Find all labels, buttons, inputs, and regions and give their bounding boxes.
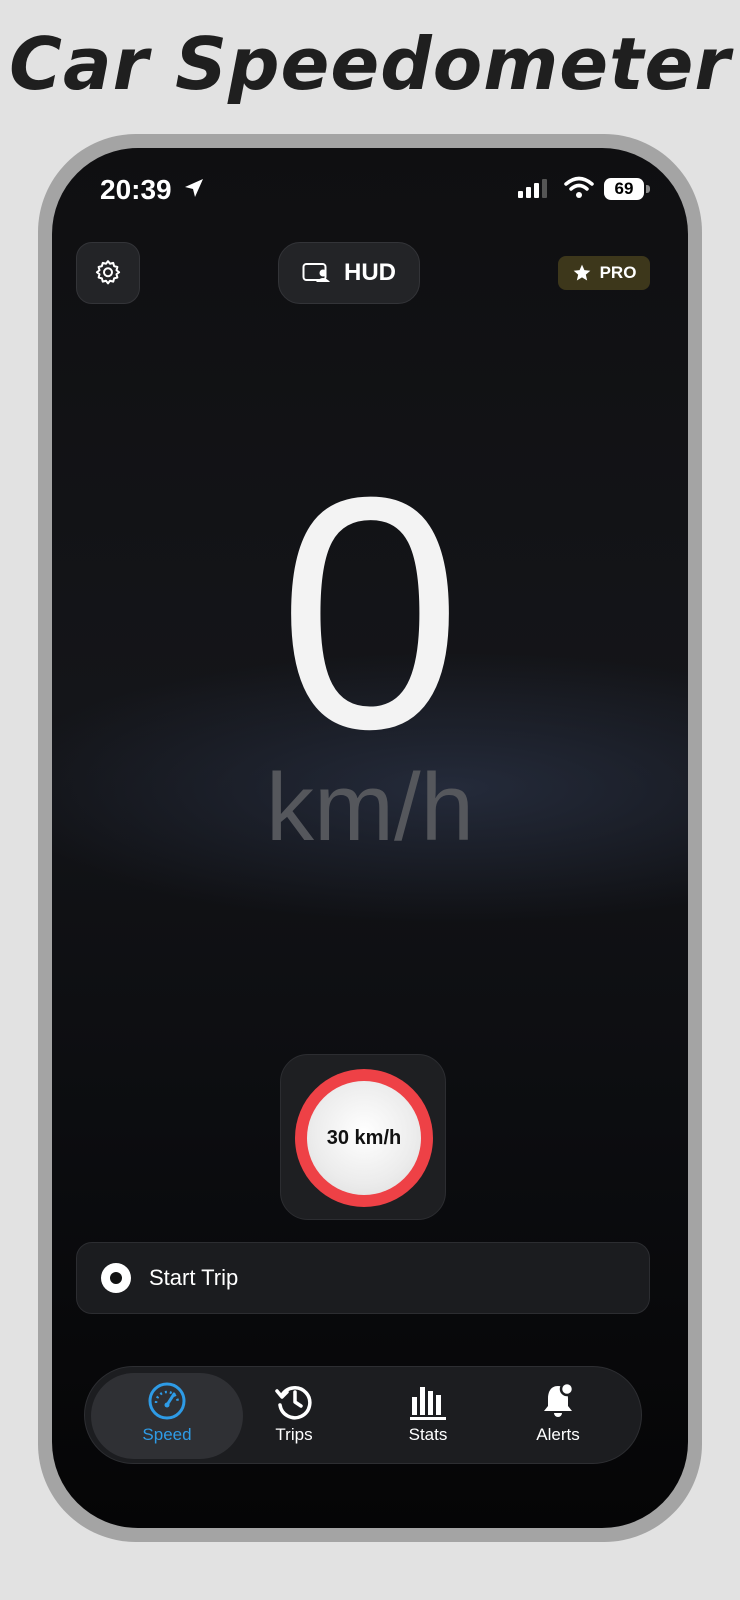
speed-limit-sign: 30 km/h — [295, 1069, 433, 1207]
start-trip-label: Start Trip — [149, 1265, 239, 1290]
tab-trips[interactable]: Trips — [227, 1373, 361, 1459]
page-title: Car Speedometer — [9, 22, 731, 106]
tab-trips-label: Trips — [275, 1425, 313, 1444]
hud-button[interactable]: HUD — [278, 242, 420, 304]
speed-limit-card[interactable]: 30 km/h — [280, 1054, 446, 1220]
battery-tip — [646, 185, 650, 193]
start-trip-button[interactable]: Start Trip — [76, 1242, 650, 1314]
cellular-signal-icon — [518, 179, 547, 198]
tab-bar: Speed Trips Stats Alerts — [84, 1366, 642, 1464]
speed-limit-label: 30 km/h — [307, 1081, 421, 1195]
hud-label: HUD — [344, 259, 396, 286]
speedometer-icon — [148, 1382, 186, 1420]
wifi-icon — [564, 176, 594, 198]
bar-chart-icon — [410, 1387, 446, 1420]
pro-label: PRO — [599, 263, 637, 282]
settings-button[interactable] — [76, 242, 140, 304]
speed-unit: km/h — [265, 754, 475, 861]
status-time: 20:39 — [100, 174, 172, 205]
bell-icon — [544, 1381, 575, 1417]
battery-indicator: 69 — [604, 178, 644, 200]
speed-value: 0 — [278, 428, 462, 797]
tab-alerts-label: Alerts — [536, 1425, 580, 1444]
app-screen: 20:39 69 HUD PRO 0 km/h 30 km/h Start Tr… — [52, 148, 688, 1528]
pro-badge[interactable]: PRO — [558, 256, 650, 290]
tab-stats-label: Stats — [408, 1425, 448, 1444]
record-icon — [101, 1263, 131, 1293]
tab-alerts[interactable]: Alerts — [491, 1373, 625, 1459]
tab-stats[interactable]: Stats — [361, 1373, 495, 1459]
hud-display-icon — [302, 263, 330, 282]
history-icon — [275, 1386, 312, 1420]
status-bar: 20:39 69 — [52, 148, 688, 228]
phone-frame: 20:39 69 HUD PRO 0 km/h 30 km/h Start Tr… — [38, 134, 702, 1542]
tab-speed-label: Speed — [142, 1425, 192, 1444]
gear-icon — [95, 260, 121, 285]
location-arrow-icon — [185, 179, 203, 197]
star-icon — [573, 264, 590, 281]
tab-speed[interactable]: Speed — [91, 1373, 243, 1459]
